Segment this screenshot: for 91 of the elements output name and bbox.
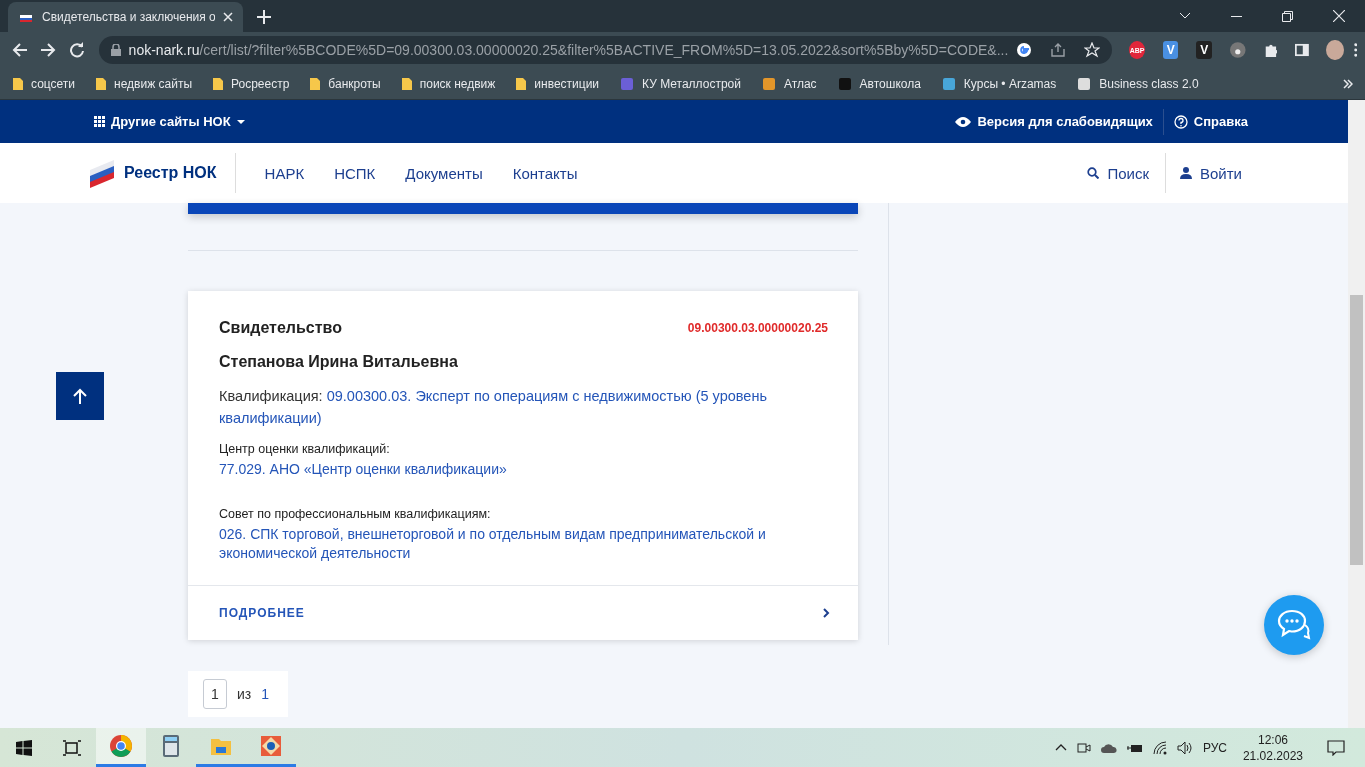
- search-button[interactable]: Поиск: [1087, 164, 1149, 182]
- chevron-up-icon[interactable]: [1054, 744, 1067, 751]
- profile-avatar[interactable]: [1326, 40, 1344, 60]
- scrollbar[interactable]: [1348, 100, 1365, 728]
- chat-button[interactable]: [1264, 595, 1324, 655]
- user-icon: [1180, 167, 1192, 179]
- windows-logo-icon: [16, 739, 32, 756]
- arrow-up-icon: [72, 388, 88, 404]
- search-icon: [1087, 167, 1100, 179]
- nav-link[interactable]: Документы: [390, 164, 498, 182]
- arrow-right-icon: [40, 42, 57, 58]
- chrome-icon: [109, 734, 133, 758]
- new-tab-icon[interactable]: [257, 10, 271, 24]
- minimize-icon[interactable]: [1231, 15, 1242, 17]
- site-favicon-icon: [836, 75, 853, 92]
- bookmark-item[interactable]: Business class 2.0: [1076, 75, 1199, 92]
- task-view-icon: [63, 739, 81, 756]
- bookmark-item[interactable]: соцсети: [12, 76, 76, 91]
- folder-icon: [400, 76, 413, 91]
- logo-text[interactable]: Реестр НОК: [124, 164, 217, 182]
- certificate-number: 09.00300.03.00000020.25: [687, 321, 828, 335]
- site-favicon-icon: [940, 75, 957, 92]
- bookmark-item[interactable]: Курсы • Arzamas: [940, 75, 1057, 92]
- page-of-text: из: [237, 686, 252, 702]
- eye-icon: [955, 116, 972, 127]
- folder-icon: [515, 76, 528, 91]
- arrow-left-icon: [12, 42, 29, 58]
- council-link[interactable]: 026. СПК торговой, внешнеторговой и по отдельным видам предпринимательской и экономической деятельности: [219, 525, 828, 563]
- browser-tab[interactable]: Свидетельства и заключения о: [8, 2, 243, 32]
- nav-link[interactable]: НСПК: [319, 164, 391, 182]
- page-input[interactable]: 1: [203, 679, 227, 709]
- question-circle-icon: [1173, 114, 1188, 129]
- qualification-text: Квалификация: 09.00300.03. Эксперт по операциям с недвижимостью (5 уровень квалификации): [219, 387, 768, 428]
- council-label: Совет по профессиональным квалификациям:: [219, 507, 492, 521]
- other-sites-menu[interactable]: Другие сайты НОК: [94, 114, 245, 129]
- star-icon[interactable]: [1084, 42, 1101, 58]
- lock-icon: [110, 44, 121, 56]
- nav-link[interactable]: НАРК: [249, 164, 320, 182]
- cloud-icon[interactable]: [1100, 742, 1117, 753]
- language-indicator[interactable]: РУС: [1202, 740, 1227, 755]
- clock[interactable]: 12:06 21.02.2023: [1242, 731, 1303, 764]
- grid-icon: [94, 116, 105, 127]
- card-type: Свидетельство: [219, 319, 342, 337]
- wifi-icon[interactable]: [1152, 740, 1167, 755]
- site-favicon-icon: [760, 75, 777, 92]
- extension-button[interactable]: V: [1196, 41, 1213, 59]
- flag-logo-icon: [88, 158, 116, 188]
- bookmark-item[interactable]: банкроты: [309, 76, 381, 91]
- restore-icon[interactable]: [1282, 10, 1293, 22]
- details-link[interactable]: ПОДРОБНЕЕ: [219, 606, 305, 620]
- url-text: nok-nark.ru/cert/list/?filter%5BCODE%5D=09.00300.03.00000020.25&filter%5BACTIVE_FROM%5D=13.05.2022&sort%5Bby%5D=CODE&...: [128, 42, 1009, 58]
- taskbar-app[interactable]: [96, 728, 146, 767]
- nav-link[interactable]: Контакты: [497, 164, 593, 182]
- bookmark-item[interactable]: инвестиции: [515, 76, 600, 91]
- bookmark-item[interactable]: Атлас: [760, 75, 817, 92]
- menu-icon[interactable]: [1353, 42, 1357, 58]
- site-favicon-icon: [1076, 75, 1093, 92]
- bookmark-item[interactable]: Автошкола: [836, 75, 921, 92]
- folder-icon: [12, 76, 24, 91]
- bookmark-item[interactable]: КУ Металлострой: [619, 75, 741, 92]
- folder-icon: [212, 76, 224, 91]
- scroll-to-top-button[interactable]: [56, 372, 104, 420]
- notifications-icon[interactable]: [1327, 739, 1345, 756]
- page-total-link[interactable]: 1: [261, 686, 270, 702]
- chevron-down-icon[interactable]: [1179, 12, 1191, 20]
- chevron-right-icon[interactable]: [823, 608, 830, 618]
- share-icon[interactable]: [1050, 42, 1067, 58]
- speaker-icon[interactable]: [1176, 740, 1193, 755]
- caret-icon: [236, 119, 245, 124]
- tab-title: Свидетельства и заключения о: [42, 10, 215, 24]
- close-icon[interactable]: [223, 12, 233, 22]
- login-button[interactable]: Войти: [1180, 164, 1242, 182]
- center-link[interactable]: 77.029. АНО «Центр оценки квалификации»: [219, 460, 828, 479]
- site-favicon-icon: [619, 75, 636, 92]
- bookmark-item[interactable]: поиск недвиж: [400, 76, 496, 91]
- sidebar-icon[interactable]: [1295, 43, 1310, 57]
- battery-icon[interactable]: [1126, 742, 1143, 753]
- folder-icon: [95, 76, 108, 91]
- help-link[interactable]: Справка: [1173, 114, 1248, 129]
- folder-icon: [309, 76, 322, 91]
- address-bar[interactable]: nok-nark.ru/cert/list/?filter%5BCODE%5D=09.00300.03.00000020.25&filter%5BACTIVE_FROM%5D=13.05.2022&sort%5Bby%5D=CODE&...: [98, 36, 1113, 64]
- chat-bubbles-icon: [1277, 609, 1311, 641]
- bookmark-item[interactable]: Росреестр: [212, 76, 290, 91]
- reload-icon: [68, 42, 85, 58]
- person-name: Степанова Ирина Витальевна: [219, 353, 459, 371]
- center-label: Центр оценки квалификаций:: [219, 442, 391, 456]
- accessibility-link[interactable]: Версия для слабовидящих: [955, 114, 1153, 129]
- bookmark-item[interactable]: недвиж сайты: [95, 76, 192, 91]
- close-icon[interactable]: [1333, 10, 1345, 22]
- chevrons-right-icon[interactable]: [1343, 78, 1353, 89]
- viewer-icon: [259, 734, 283, 758]
